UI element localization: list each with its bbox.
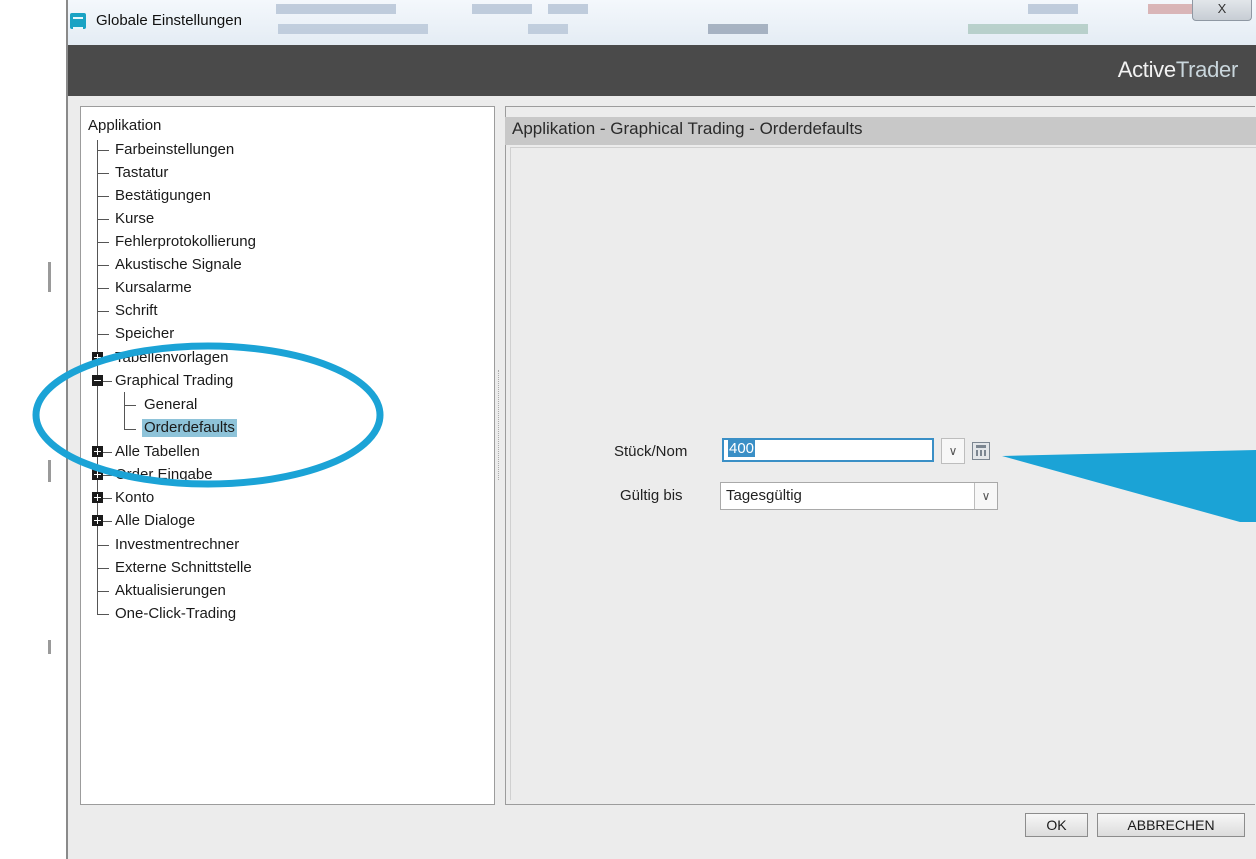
tree-item-fehlerprotokollierung[interactable]: Fehlerprotokollierung [115, 233, 256, 251]
expand-plus-icon[interactable] [92, 469, 103, 480]
quantity-input[interactable]: 400 [722, 438, 934, 462]
validity-label: Gültig bis [620, 487, 683, 504]
tree-item-tabellenvorlagen[interactable]: Tabellenvorlagen [115, 349, 228, 367]
collapse-minus-icon[interactable] [92, 375, 103, 386]
tree-item-speicher[interactable]: Speicher [115, 325, 174, 343]
expand-plus-icon[interactable] [92, 515, 103, 526]
validity-select[interactable]: Tagesgültig ∨ [720, 482, 998, 510]
expand-plus-icon[interactable] [92, 446, 103, 457]
background-margin [0, 0, 66, 859]
quantity-dropdown-button[interactable]: ∨ [941, 438, 965, 464]
expand-plus-icon[interactable] [92, 492, 103, 503]
tree-item-kursalarme[interactable]: Kursalarme [115, 279, 192, 297]
validity-value: Tagesgültig [726, 487, 802, 504]
tree-item-externe-schnittstelle[interactable]: Externe Schnittstelle [115, 559, 252, 577]
tree-item-applikation[interactable]: Applikation [88, 117, 161, 135]
tree-guide [124, 392, 125, 429]
tree-item-general[interactable]: General [144, 396, 197, 414]
tree-item-graphical-trading[interactable]: Graphical Trading [115, 372, 233, 390]
tree-item-farbeinstellungen[interactable]: Farbeinstellungen [115, 141, 234, 159]
brand-logo: ActiveTrader [1117, 57, 1239, 82]
tree-item-tastatur[interactable]: Tastatur [115, 164, 168, 182]
panel-inner-frame [510, 147, 1256, 800]
tree-item-schrift[interactable]: Schrift [115, 302, 158, 320]
tree-item-bestaetigungen[interactable]: Bestätigungen [115, 187, 211, 205]
title-bar [68, 0, 1256, 45]
tree-item-akustische-signale[interactable]: Akustische Signale [115, 256, 242, 274]
calculator-icon[interactable] [972, 442, 990, 460]
quantity-label: Stück/Nom [614, 443, 688, 460]
ok-button[interactable]: OK [1025, 813, 1088, 837]
tree-item-aktualisierungen[interactable]: Aktualisierungen [115, 582, 226, 600]
tree-item-alle-tabellen[interactable]: Alle Tabellen [115, 443, 200, 461]
app-icon [70, 13, 86, 29]
tree-item-kurse[interactable]: Kurse [115, 210, 154, 228]
tree-item-investmentrechner[interactable]: Investmentrechner [115, 536, 239, 554]
panel-splitter-handle[interactable] [498, 370, 501, 480]
expand-plus-icon[interactable] [92, 352, 103, 363]
chevron-down-icon[interactable]: ∨ [974, 483, 997, 509]
tree-item-order-eingabe[interactable]: Order Eingabe [115, 466, 213, 484]
panel-title: Applikation - Graphical Trading - Orderd… [512, 119, 863, 138]
tree-item-one-click-trading[interactable]: One-Click-Trading [115, 605, 236, 623]
close-button[interactable]: X [1192, 0, 1252, 21]
tree-item-alle-dialoge[interactable]: Alle Dialoge [115, 512, 195, 530]
tree-item-orderdefaults[interactable]: Orderdefaults [142, 419, 237, 437]
cancel-button[interactable]: ABBRECHEN [1097, 813, 1245, 837]
window-title: Globale Einstellungen [96, 12, 242, 29]
brand-header: ActiveTrader [68, 45, 1256, 96]
tree-item-konto[interactable]: Konto [115, 489, 154, 507]
